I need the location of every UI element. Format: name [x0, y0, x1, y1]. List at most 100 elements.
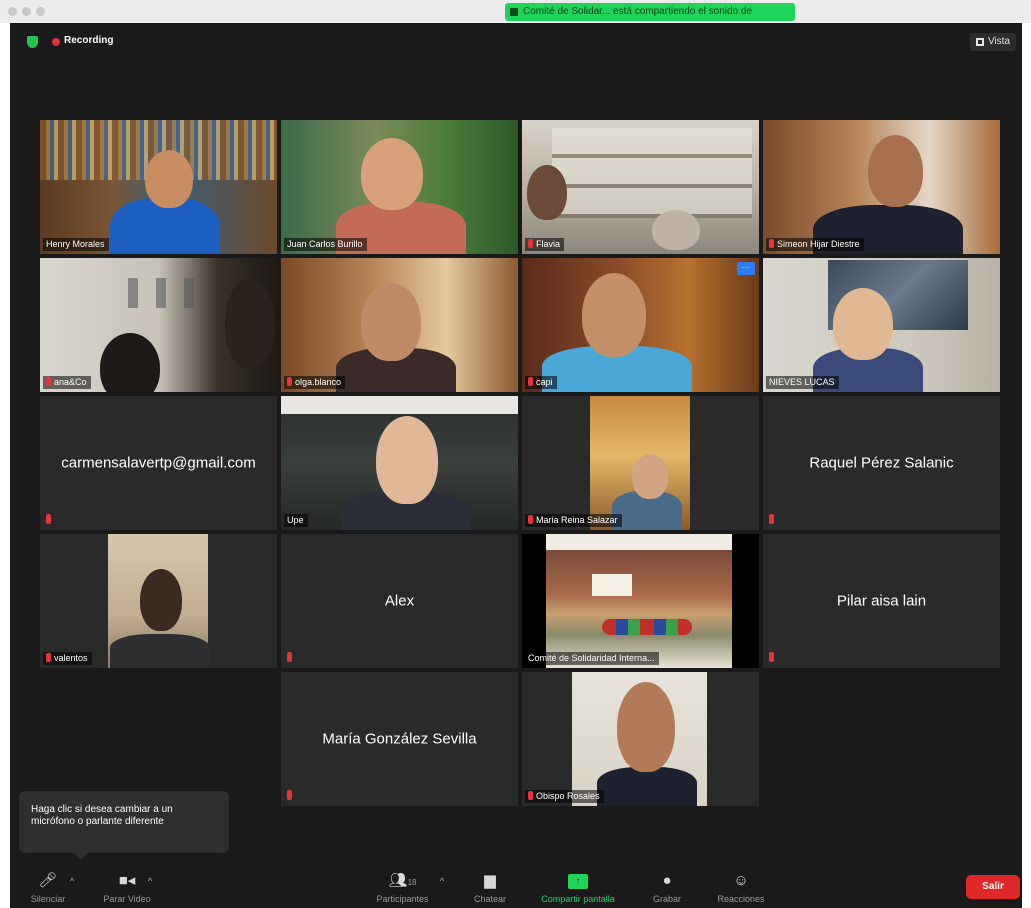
- participants-button[interactable]: 👥︎18 Participantes: [365, 866, 440, 908]
- muted-mic-icon: [528, 377, 533, 386]
- participant-tile[interactable]: olga.blanco: [281, 258, 518, 392]
- participant-name-label: Juan Carlos Burillo: [284, 238, 367, 251]
- participant-tile[interactable]: Obispo Rosales: [522, 672, 759, 806]
- more-options-button[interactable]: ···: [737, 262, 755, 275]
- person-face: [582, 273, 646, 357]
- leave-meeting-button[interactable]: Salir: [966, 875, 1020, 899]
- person-face: [140, 569, 182, 631]
- participant-tile[interactable]: Alex: [281, 534, 518, 668]
- grid-view-icon: [975, 38, 984, 46]
- shelf-background: [552, 128, 752, 218]
- participant-tile-active-speaker[interactable]: Upe: [281, 396, 518, 530]
- share-screen-icon: ↑: [568, 874, 588, 889]
- participant-tile[interactable]: Pilar aisa lain: [763, 534, 1000, 668]
- chevron-up-icon: ^: [148, 876, 153, 886]
- person-face: [225, 278, 275, 368]
- participant-name-label: Henry Morales: [43, 238, 109, 251]
- participant-name-label: ana&Co: [43, 376, 91, 389]
- participant-tile[interactable]: Flavia: [522, 120, 759, 254]
- participant-tile[interactable]: María González Sevilla: [281, 672, 518, 806]
- participant-name-label: Comité de Solidaridad Interna...: [525, 652, 659, 665]
- participant-name-label: Simeon Hijar Diestre: [766, 238, 864, 251]
- participant-tile[interactable]: Juan Carlos Burillo: [281, 120, 518, 254]
- meeting-toolbar: 🎤︎ Silenciar ^ ■◂ Parar Video ^ 👥︎18 Par…: [10, 866, 1022, 908]
- participant-name-label: NIEVES LUCAS: [766, 376, 839, 389]
- muted-mic-icon: [528, 515, 533, 524]
- audio-options-caret[interactable]: ^: [70, 866, 80, 908]
- share-screen-label: Compartir pantalla: [541, 894, 615, 904]
- chat-button[interactable]: ▆ Chatear: [465, 866, 515, 908]
- participant-name-label: Maria Reina Salazar: [525, 514, 622, 527]
- person-face: [361, 138, 423, 210]
- participants-label: Participantes: [376, 894, 429, 904]
- muted-mic-icon: [46, 377, 51, 386]
- participant-name-label: valentos: [43, 652, 92, 665]
- participant-name-label: Upe: [284, 514, 308, 527]
- sharing-sound-text: Comité de Solidar... está compartiendo e…: [523, 6, 753, 17]
- view-button[interactable]: Vista: [969, 33, 1016, 51]
- participant-tile[interactable]: NIEVES LUCAS: [763, 258, 1000, 392]
- ceiling-background: [281, 396, 518, 414]
- participant-tile[interactable]: Simeon Hijar Diestre: [763, 120, 1000, 254]
- reactions-button[interactable]: ☺ Reacciones: [706, 866, 776, 908]
- participant-name: Raquel Pérez Salanic: [809, 454, 954, 472]
- video-options-caret[interactable]: ^: [148, 866, 158, 908]
- close-window-button[interactable]: [8, 7, 17, 16]
- muted-mic-icon: [287, 377, 292, 386]
- participant-tile[interactable]: Maria Reina Salazar: [522, 396, 759, 530]
- person-face: [527, 165, 567, 220]
- muted-mic-icon: [769, 652, 774, 662]
- reaction-smiley-icon: ☺: [733, 872, 749, 889]
- chevron-up-icon: ^: [70, 876, 75, 886]
- person-face: [617, 682, 675, 772]
- record-button[interactable]: ● Grabar: [642, 866, 692, 908]
- wall-photos: [110, 278, 210, 308]
- share-indicator-icon: [510, 8, 518, 16]
- participant-name-label: olga.blanco: [284, 376, 346, 389]
- muted-mic-icon: [287, 790, 292, 800]
- muted-mic-icon: [46, 653, 51, 662]
- participant-name: María González Sevilla: [322, 730, 477, 748]
- record-label: Grabar: [652, 894, 681, 904]
- participant-name: Pilar aisa lain: [836, 592, 927, 610]
- muted-mic-icon: [769, 239, 774, 248]
- microphone-icon: 🎤︎: [38, 872, 58, 889]
- person-face: [868, 135, 923, 207]
- person-face: [833, 288, 893, 360]
- person-body: [110, 634, 210, 668]
- mute-label: Silenciar: [30, 894, 66, 904]
- sharing-sound-banner[interactable]: Comité de Solidar... está compartiendo e…: [505, 3, 795, 21]
- person-face: [376, 416, 438, 504]
- muted-mic-icon: [287, 652, 292, 662]
- participant-tile[interactable]: ana&Co: [40, 258, 277, 392]
- participant-tile[interactable]: valentos: [40, 534, 277, 668]
- participant-tile[interactable]: Henry Morales: [40, 120, 277, 254]
- banner-in-photo: [592, 574, 632, 596]
- security-shield-icon[interactable]: [27, 36, 38, 48]
- participant-tile[interactable]: Raquel Pérez Salanic: [763, 396, 1000, 530]
- participant-name: carmensalavertp@gmail.com: [61, 454, 256, 472]
- view-button-label: Vista: [987, 36, 1010, 47]
- recording-dot-icon: [52, 38, 60, 46]
- participant-tile-screen-share[interactable]: Comité de Solidaridad Interna...: [522, 534, 759, 668]
- window-titlebar: Comité de Solidar... está compartiendo e…: [0, 0, 1031, 23]
- minimize-window-button[interactable]: [22, 7, 31, 16]
- muted-mic-icon: [769, 514, 774, 524]
- textiles-in-photo: [602, 619, 692, 635]
- record-icon: ●: [662, 872, 672, 889]
- share-screen-button[interactable]: ↑ Compartir pantalla: [528, 866, 628, 908]
- recording-label: Recording: [64, 35, 114, 46]
- participant-tile[interactable]: ··· capi: [522, 258, 759, 392]
- zoom-window-button[interactable]: [36, 7, 45, 16]
- participants-options-caret[interactable]: ^: [440, 866, 450, 908]
- chat-bubble-icon: ▆: [484, 872, 496, 889]
- person-face: [145, 150, 193, 208]
- muted-mic-icon: [46, 514, 51, 524]
- person-face: [361, 283, 421, 361]
- mute-button[interactable]: 🎤︎ Silenciar: [20, 866, 76, 908]
- participants-icon: 👥︎18: [388, 872, 417, 889]
- participants-count: 18: [407, 878, 417, 887]
- reactions-label: Reacciones: [717, 894, 765, 904]
- person-face: [632, 454, 668, 499]
- participant-tile[interactable]: carmensalavertp@gmail.com: [40, 396, 277, 530]
